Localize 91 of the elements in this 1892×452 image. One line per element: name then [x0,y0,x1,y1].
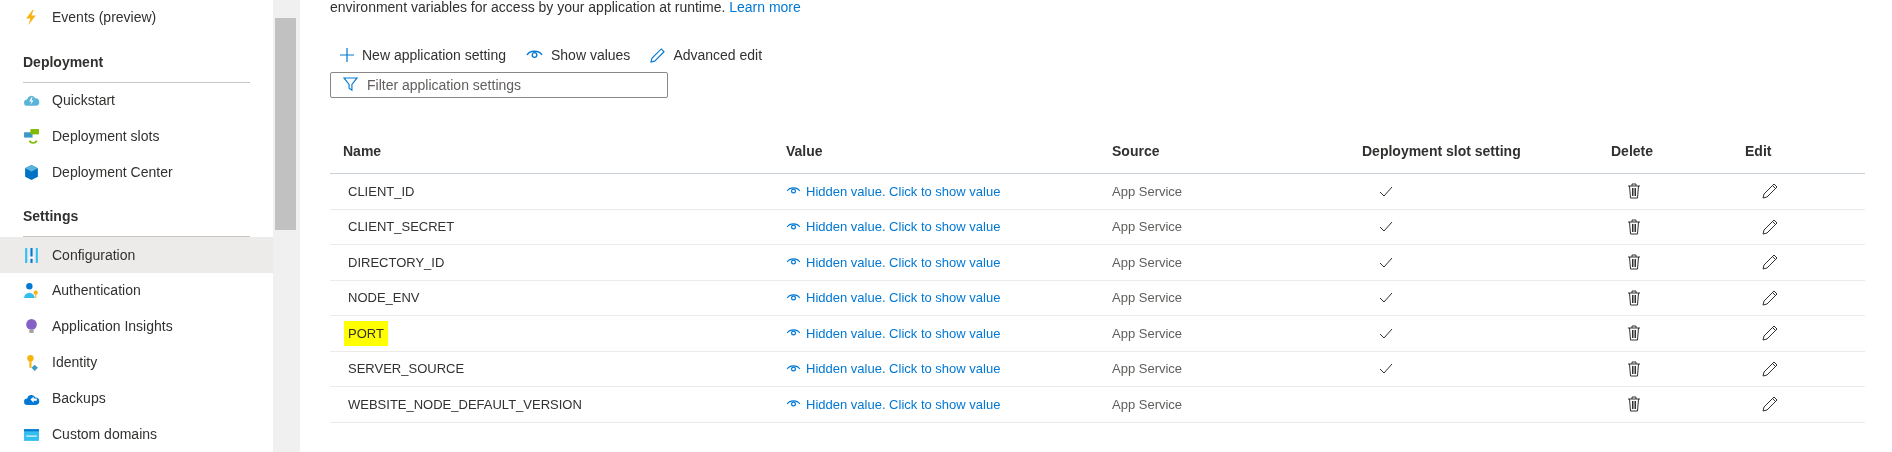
show-value-link[interactable]: Hidden value. Click to show value [786,252,1104,272]
setting-name: NODE_ENV [348,290,420,305]
delete-button[interactable] [1628,325,1640,342]
source-text: App Service [1112,396,1183,412]
sidebar-item[interactable]: Custom domains [0,416,273,452]
source-text: App Service [1112,254,1183,270]
eye-icon [786,363,801,374]
show-value-link[interactable]: Hidden value. Click to show value [786,217,1104,237]
source-text: App Service [1112,361,1183,376]
pencil-icon [1762,254,1778,271]
edit-button[interactable] [1762,325,1778,342]
column-header: Source [1112,143,1160,159]
pencil-icon [1762,325,1778,342]
sliders-icon [23,246,40,264]
sidebar-item[interactable]: Quickstart [0,82,273,119]
column-header: Value [786,143,823,159]
filter-field[interactable]: Filter application settings [330,72,668,98]
eye-icon [786,328,801,339]
user-icon [23,282,40,300]
sidebar-item[interactable]: Events (preview) [0,0,273,36]
source-text: App Service [1112,325,1183,341]
filter-icon [343,77,358,92]
eye-icon [786,186,801,197]
sidebar-item[interactable]: Application Insights [0,308,273,345]
delete-button[interactable] [1628,218,1640,235]
sidebar-item[interactable]: Identity [0,344,273,381]
column-header: Edit [1745,143,1772,159]
show-value-link[interactable]: Hidden value. Click to show value [786,323,1104,343]
setting-name: CLIENT_SECRET [348,219,455,234]
sidebar-item[interactable]: Deployment Center [0,154,273,191]
setting-name: DIRECTORY_ID [348,254,445,270]
sidebar-item[interactable]: Configuration [0,237,273,273]
trash-icon [1628,360,1640,377]
pencil-icon [1762,360,1778,377]
eye-icon [786,257,801,268]
sidebar-item[interactable]: Authentication [0,273,273,309]
setting-name: WEBSITE_NODE_DEFAULT_VERSION [348,396,582,412]
pencil-icon [1762,183,1778,200]
trash-icon [1628,289,1640,306]
source-text: App Service [1112,219,1183,234]
lightbulb-icon [23,318,40,336]
column-header: Name [343,143,382,159]
sidebar-item[interactable]: Deployment slots [0,118,273,155]
cube-icon [23,163,40,181]
column-header: Delete [1611,143,1654,159]
setting-name: SERVER_SOURCE [348,361,465,376]
eye-icon [786,221,801,232]
edit-button[interactable] [1762,396,1778,413]
pencil-icon [1762,396,1778,413]
delete-button[interactable] [1628,360,1640,377]
scrollbar-thumb[interactable] [275,18,296,230]
section-header: Settings [23,208,79,225]
toolbar-button[interactable]: Show values [526,44,631,66]
column-header: Deployment slot setting [1362,143,1521,159]
pencil-icon [650,47,666,63]
eye-icon [526,49,543,61]
show-value-link[interactable]: Hidden value. Click to show value [786,359,1104,379]
learn-more-link[interactable]: Learn more [729,0,801,15]
delete-button[interactable] [1628,289,1640,306]
scrollbar[interactable] [273,0,300,452]
plus-icon [340,48,354,62]
setting-name: CLIENT_ID [348,183,415,199]
trash-icon [1628,254,1640,271]
trash-icon [1628,396,1640,413]
edit-button[interactable] [1762,289,1778,306]
delete-button[interactable] [1628,254,1640,271]
eye-icon [786,292,801,303]
show-value-link[interactable]: Hidden value. Click to show value [786,394,1104,414]
description-text: environment variables for access by your application at runtime. Learn more [330,0,802,14]
trash-icon [1628,218,1640,235]
show-value-link[interactable]: Hidden value. Click to show value [786,288,1104,308]
delete-button[interactable] [1628,396,1640,413]
edit-button[interactable] [1762,360,1778,377]
pencil-icon [1762,289,1778,306]
delete-button[interactable] [1628,183,1640,200]
trash-icon [1628,325,1640,342]
slots-icon [23,128,40,145]
pencil-icon [1762,218,1778,235]
edit-button[interactable] [1762,183,1778,200]
sidebar-item[interactable]: Backups [0,380,273,417]
show-value-link[interactable]: Hidden value. Click to show value [786,181,1104,201]
toolbar-button[interactable]: Advanced edit [650,44,763,66]
source-text: App Service [1112,290,1183,305]
trash-icon [1628,183,1640,200]
toolbar-button[interactable]: New application setting [340,44,506,66]
source-text: App Service [1112,183,1183,199]
section-header: Deployment [23,53,104,70]
edit-button[interactable] [1762,254,1778,271]
eye-icon [786,399,801,410]
edit-button[interactable] [1762,218,1778,235]
setting-name: PORT [344,320,388,346]
